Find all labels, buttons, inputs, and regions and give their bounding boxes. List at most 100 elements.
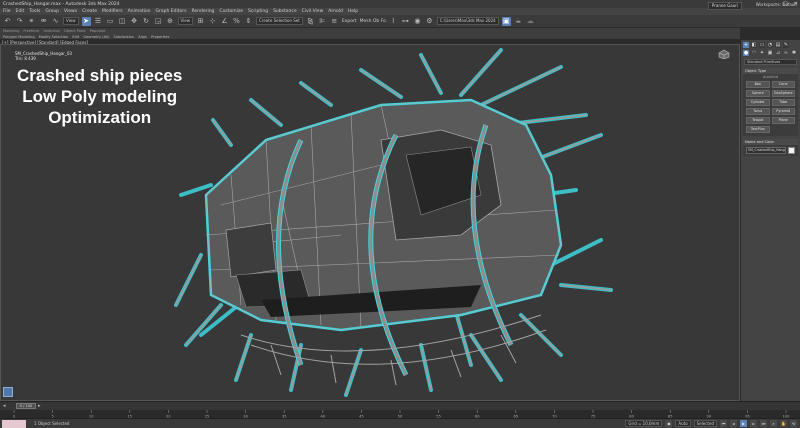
spacewarps-icon[interactable]: ≈ xyxy=(783,50,789,56)
reference-coord-dropdown[interactable]: View xyxy=(177,17,193,25)
prev-frame-icon[interactable]: ◂ xyxy=(3,403,6,409)
select-object-icon[interactable]: ➤ xyxy=(81,16,91,26)
pyramid-button[interactable]: Pyramid xyxy=(771,108,795,115)
next-key-icon[interactable]: ▸ xyxy=(750,420,757,427)
mirror-icon[interactable]: ⧎ xyxy=(306,17,315,26)
schematic-icon[interactable]: ⊶ xyxy=(401,17,410,26)
named-selection-dropdown[interactable]: Create Selection Set xyxy=(256,17,303,25)
cone-button[interactable]: Cone xyxy=(771,81,795,88)
key-mode-icon[interactable]: ◆ xyxy=(665,420,673,427)
workspace-value[interactable]: Default xyxy=(782,2,797,7)
ribbon-panel-properties[interactable]: Properties xyxy=(151,35,169,39)
zoom-icon[interactable]: ⌕ xyxy=(770,420,777,427)
viewcube-icon[interactable] xyxy=(717,49,731,59)
cylinder-button[interactable]: Cylinder xyxy=(746,99,770,106)
time-slider[interactable]: ◂ 0 / 100 ▸ xyxy=(0,401,800,410)
cameras-icon[interactable]: ▣ xyxy=(767,50,773,56)
box-button[interactable]: Box xyxy=(746,81,770,88)
category-dropdown[interactable]: Standard Primitives xyxy=(744,59,797,65)
hierarchy-tab[interactable]: ▭ xyxy=(759,42,765,48)
unlink-icon[interactable]: ⚮ xyxy=(39,17,48,26)
menu-arnold[interactable]: Arnold xyxy=(328,9,343,14)
ribbon-tab-selection[interactable]: Selection xyxy=(43,29,60,33)
systems-icon[interactable]: ✱ xyxy=(791,50,797,56)
ribbon-tab-populate[interactable]: Populate xyxy=(90,29,106,33)
redo-icon[interactable]: ↷ xyxy=(15,17,24,26)
layers-icon[interactable]: ≡ xyxy=(330,17,339,26)
menu-views[interactable]: Views xyxy=(64,9,77,14)
menu-substance[interactable]: Substance xyxy=(273,9,297,14)
object-name-field[interactable]: SM_CrashedShip_Hangar_03 xyxy=(746,147,786,154)
teapot-button[interactable]: Teapot xyxy=(746,117,770,124)
scale-icon[interactable]: ◲ xyxy=(154,17,163,26)
sphere-button[interactable]: Sphere xyxy=(746,90,770,97)
ribbon-panel-polygon-modeling[interactable]: Polygon Modeling xyxy=(3,35,35,39)
ribbon-panel-subdivision[interactable]: Subdivision xyxy=(114,35,135,39)
plane-button[interactable]: Plane xyxy=(771,117,795,124)
textplus-button[interactable]: TextPlus xyxy=(746,126,770,133)
perspective-viewport[interactable]: SM_CrashedShip_Hangar_03 Tris: 8 439 Cra… xyxy=(0,44,740,401)
select-by-name-icon[interactable]: ☰ xyxy=(94,17,103,26)
menu-animation[interactable]: Animation xyxy=(128,9,151,14)
menu-customize[interactable]: Customize xyxy=(219,9,243,14)
goto-end-icon[interactable]: ⏭ xyxy=(760,420,767,427)
menu-scripting[interactable]: Scripting xyxy=(248,9,268,14)
prev-key-icon[interactable]: ◂ xyxy=(730,420,737,427)
snaps-icon[interactable]: ⊹ xyxy=(208,17,217,26)
align-icon[interactable]: ⊫ xyxy=(318,17,327,26)
rotate-icon[interactable]: ↻ xyxy=(142,17,151,26)
torus-button[interactable]: Torus xyxy=(746,108,770,115)
menu-help[interactable]: Help xyxy=(348,9,358,14)
maxscript-listener-swatch[interactable] xyxy=(2,419,26,428)
next-frame-icon[interactable]: ▸ xyxy=(38,403,41,409)
signin-dropdown[interactable]: Pranne Gauri xyxy=(707,2,742,10)
curve-editor-icon[interactable]: ⌇ xyxy=(389,17,398,26)
ribbon-panel-geometry[interactable]: Geometry (All) xyxy=(83,35,109,39)
shapes-icon[interactable]: ◠ xyxy=(751,50,757,56)
selection-filter-dropdown[interactable]: View xyxy=(63,17,79,25)
menu-graph-editors[interactable]: Graph Editors xyxy=(156,9,187,14)
render-cloud-icon[interactable]: ☁ xyxy=(526,17,535,26)
time-slider-thumb[interactable]: 0 / 100 xyxy=(16,403,36,409)
pan-icon[interactable]: ✋ xyxy=(780,420,787,427)
render-icon[interactable]: ☕ xyxy=(514,17,523,26)
menu-civil-view[interactable]: Civil View xyxy=(302,9,324,14)
menu-tools[interactable]: Tools xyxy=(29,9,40,14)
geosphere-button[interactable]: GeoSphere xyxy=(771,90,795,97)
object-color-swatch[interactable] xyxy=(788,147,795,154)
tube-button[interactable]: Tube xyxy=(771,99,795,106)
goto-start-icon[interactable]: ⏮ xyxy=(720,420,727,427)
motion-tab[interactable]: ◔ xyxy=(767,42,773,48)
ribbon-tab-freeform[interactable]: Freeform xyxy=(23,29,39,33)
lights-icon[interactable]: ✦ xyxy=(759,50,765,56)
export-label[interactable]: Export xyxy=(342,19,357,24)
move-icon[interactable]: ✥ xyxy=(130,17,139,26)
viewport-nav-icon[interactable] xyxy=(3,387,13,397)
menu-file[interactable]: File xyxy=(3,9,11,14)
render-setup-icon[interactable]: ⚙ xyxy=(425,17,434,26)
ribbon-panel-edit[interactable]: Edit xyxy=(72,35,79,39)
helpers-icon[interactable]: ⊿ xyxy=(775,50,781,56)
display-tab[interactable]: ▤ xyxy=(775,42,781,48)
key-filter-dropdown[interactable]: Selected xyxy=(693,420,717,427)
bind-spacewarp-icon[interactable]: ∿ xyxy=(51,17,60,26)
menu-rendering[interactable]: Rendering xyxy=(191,9,214,14)
modify-tab[interactable]: ◧ xyxy=(751,42,757,48)
utilities-tab[interactable]: ✎ xyxy=(783,42,789,48)
window-crossing-icon[interactable]: ◫ xyxy=(118,17,127,26)
render-frame-icon[interactable]: ▣ xyxy=(501,16,511,26)
menu-modifiers[interactable]: Modifiers xyxy=(102,9,123,14)
track-bar[interactable]: 0 5 10 15 20 25 30 35 40 45 50 55 60 65 70 75 80 85 90 95 10… xyxy=(0,410,800,418)
mesh-label[interactable]: Mesh Ob Fo xyxy=(360,19,386,24)
link-icon[interactable]: ⚭ xyxy=(27,17,36,26)
pivot-icon[interactable]: ⊞ xyxy=(196,17,205,26)
menu-group[interactable]: Group xyxy=(45,9,59,14)
undo-icon[interactable]: ↶ xyxy=(3,17,12,26)
geometry-icon[interactable]: ● xyxy=(743,50,749,56)
workspaces-selector[interactable]: Workspaces: Default xyxy=(756,2,797,7)
ribbon-panel-modify-selection[interactable]: Modify Selection xyxy=(39,35,69,39)
menu-create[interactable]: Create xyxy=(82,9,97,14)
material-editor-icon[interactable]: ◉ xyxy=(413,17,422,26)
orbit-icon[interactable]: ⟲ xyxy=(790,420,797,427)
project-path-dropdown[interactable]: C:\Users\Max\3ds Max 2024 xyxy=(436,17,499,25)
